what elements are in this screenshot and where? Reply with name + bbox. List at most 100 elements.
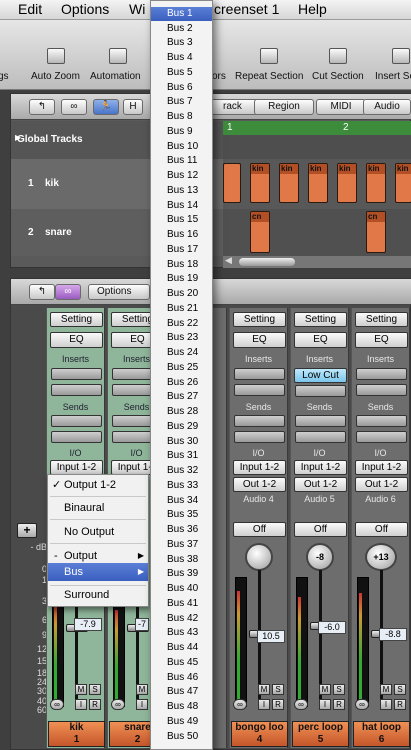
bus-menu-item[interactable]: Bus 45 <box>151 656 212 670</box>
catch-button[interactable]: 🏃 <box>93 99 119 115</box>
solo-button[interactable]: S <box>89 684 101 695</box>
scroll-thumb[interactable] <box>239 258 295 266</box>
track-name-box[interactable]: kik 1 <box>48 721 105 747</box>
pan-knob[interactable]: -8 <box>306 543 334 571</box>
solo-button[interactable]: S <box>333 684 345 695</box>
mute-button[interactable]: M <box>75 684 87 695</box>
bus-menu-item[interactable]: Bus 33 <box>151 479 212 493</box>
bus-menu-item[interactable]: Bus 13 <box>151 184 212 198</box>
bus-menu-item[interactable]: Bus 20 <box>151 287 212 301</box>
bus-menu-item[interactable]: Bus 5 <box>151 66 212 80</box>
bus-menu-item[interactable]: Bus 14 <box>151 199 212 213</box>
send-slot[interactable] <box>51 431 102 443</box>
track-menu[interactable]: rack <box>206 99 258 115</box>
bus-menu-item[interactable]: Bus 36 <box>151 523 212 537</box>
insert-slot[interactable] <box>356 384 407 396</box>
link-icon[interactable]: ∞ <box>294 699 308 710</box>
record-button[interactable]: R <box>89 699 101 710</box>
volume-readout[interactable]: -6.0 <box>318 621 346 634</box>
menu-item-binaural[interactable]: Binaural <box>48 499 148 517</box>
bus-menu-item[interactable]: Bus 43 <box>151 626 212 640</box>
volume-readout[interactable]: -7.9 <box>74 618 102 631</box>
volume-readout[interactable]: -7 <box>135 618 149 631</box>
input-monitor-button[interactable]: I <box>380 699 392 710</box>
bus-menu-item[interactable]: Bus 26 <box>151 376 212 390</box>
menu-screenset[interactable]: creenset 1 <box>214 1 279 17</box>
audio-region[interactable]: kin <box>337 163 357 203</box>
bus-menu-item[interactable]: Bus 42 <box>151 612 212 626</box>
input-select[interactable]: Input 1-2 <box>294 460 347 475</box>
insert-slot[interactable] <box>295 385 346 397</box>
bus-menu-item[interactable]: Bus 3 <box>151 36 212 50</box>
bus-menu-item[interactable]: Bus 4 <box>151 51 212 65</box>
options-menu[interactable]: Options <box>88 284 150 300</box>
send-slot[interactable] <box>234 415 285 427</box>
audio-region[interactable]: kin <box>308 163 328 203</box>
audio-region[interactable]: cn <box>250 211 270 253</box>
bus-menu-item[interactable]: Bus 29 <box>151 420 212 434</box>
insert-plugin-low-cut[interactable]: Low Cut <box>294 368 347 383</box>
automation-mode-select[interactable]: Off <box>355 522 408 537</box>
track-name-box[interactable]: hat loop 6 <box>353 721 410 747</box>
link-icon[interactable]: ∞ <box>50 699 64 710</box>
solo-button[interactable]: S <box>394 684 406 695</box>
solo-button[interactable]: S <box>272 684 284 695</box>
insert-slot[interactable] <box>234 368 285 380</box>
output-select[interactable]: Out 1-2 <box>233 477 286 492</box>
audio-region[interactable]: kin <box>395 163 411 203</box>
bus-menu-item[interactable]: Bus 49 <box>151 715 212 729</box>
bus-menu-item[interactable]: Bus 44 <box>151 641 212 655</box>
bus-menu-item[interactable]: Bus 32 <box>151 464 212 478</box>
bus-menu-item[interactable]: Bus 25 <box>151 361 212 375</box>
h-button[interactable]: H <box>123 99 143 115</box>
bus-menu-item[interactable]: Bus 21 <box>151 302 212 316</box>
input-select[interactable]: Input 1-2 <box>50 460 103 475</box>
bus-menu-item[interactable]: Bus 18 <box>151 258 212 272</box>
audio-region[interactable]: kin <box>366 163 386 203</box>
bus-menu-item[interactable]: Bus 41 <box>151 597 212 611</box>
input-monitor-button[interactable]: I <box>258 699 270 710</box>
link-button[interactable]: ∞ <box>61 99 87 115</box>
bus-menu-item[interactable]: Bus 35 <box>151 508 212 522</box>
pan-knob[interactable]: +13 <box>365 543 397 571</box>
send-slot[interactable] <box>356 431 407 443</box>
bus-menu-item[interactable]: Bus 16 <box>151 228 212 242</box>
menu-item-output-1-2[interactable]: ✓ Output 1-2 <box>48 476 148 494</box>
bus-menu-item[interactable]: Bus 47 <box>151 685 212 699</box>
send-slot[interactable] <box>234 431 285 443</box>
eq-button[interactable]: EQ <box>355 332 408 348</box>
bus-menu-item[interactable]: Bus 46 <box>151 671 212 685</box>
eq-button[interactable]: EQ <box>50 332 103 348</box>
bus-menu-item[interactable]: Bus 39 <box>151 567 212 581</box>
record-button[interactable]: R <box>272 699 284 710</box>
input-monitor-button[interactable]: I <box>136 699 148 710</box>
bus-menu-item[interactable]: Bus 6 <box>151 81 212 95</box>
setting-button[interactable]: Setting <box>233 312 286 327</box>
input-monitor-button[interactable]: I <box>75 699 87 710</box>
scroll-left-icon[interactable]: ◀ <box>225 255 232 266</box>
setting-button[interactable]: Setting <box>294 312 347 327</box>
link-icon[interactable]: ∞ <box>355 699 369 710</box>
record-button[interactable]: R <box>394 699 406 710</box>
pan-knob[interactable] <box>245 543 273 571</box>
eq-button[interactable]: EQ <box>294 332 347 348</box>
bus-menu-item[interactable]: Bus 37 <box>151 538 212 552</box>
link-button[interactable]: ∞ <box>55 284 81 300</box>
audio-region[interactable]: kin <box>250 163 270 203</box>
menu-help[interactable]: Help <box>298 1 327 17</box>
audio-region[interactable]: cn <box>366 211 386 253</box>
bus-menu-item[interactable]: Bus 19 <box>151 272 212 286</box>
add-track-button[interactable]: + <box>17 523 37 538</box>
menu-options[interactable]: Options <box>61 1 109 17</box>
region-menu[interactable]: Region <box>254 99 314 115</box>
bus-menu-item[interactable]: Bus 48 <box>151 700 212 714</box>
setting-button[interactable]: Setting <box>50 312 103 327</box>
send-slot[interactable] <box>295 431 346 443</box>
menu-item-no-output[interactable]: No Output <box>48 523 148 541</box>
bus-menu-item[interactable]: Bus 22 <box>151 317 212 331</box>
send-slot[interactable] <box>51 415 102 427</box>
bus-menu-item[interactable]: Bus 28 <box>151 405 212 419</box>
automation-mode-select[interactable]: Off <box>233 522 286 537</box>
midi-menu[interactable]: MIDI <box>316 99 366 115</box>
input-select[interactable]: Input 1-2 <box>233 460 286 475</box>
